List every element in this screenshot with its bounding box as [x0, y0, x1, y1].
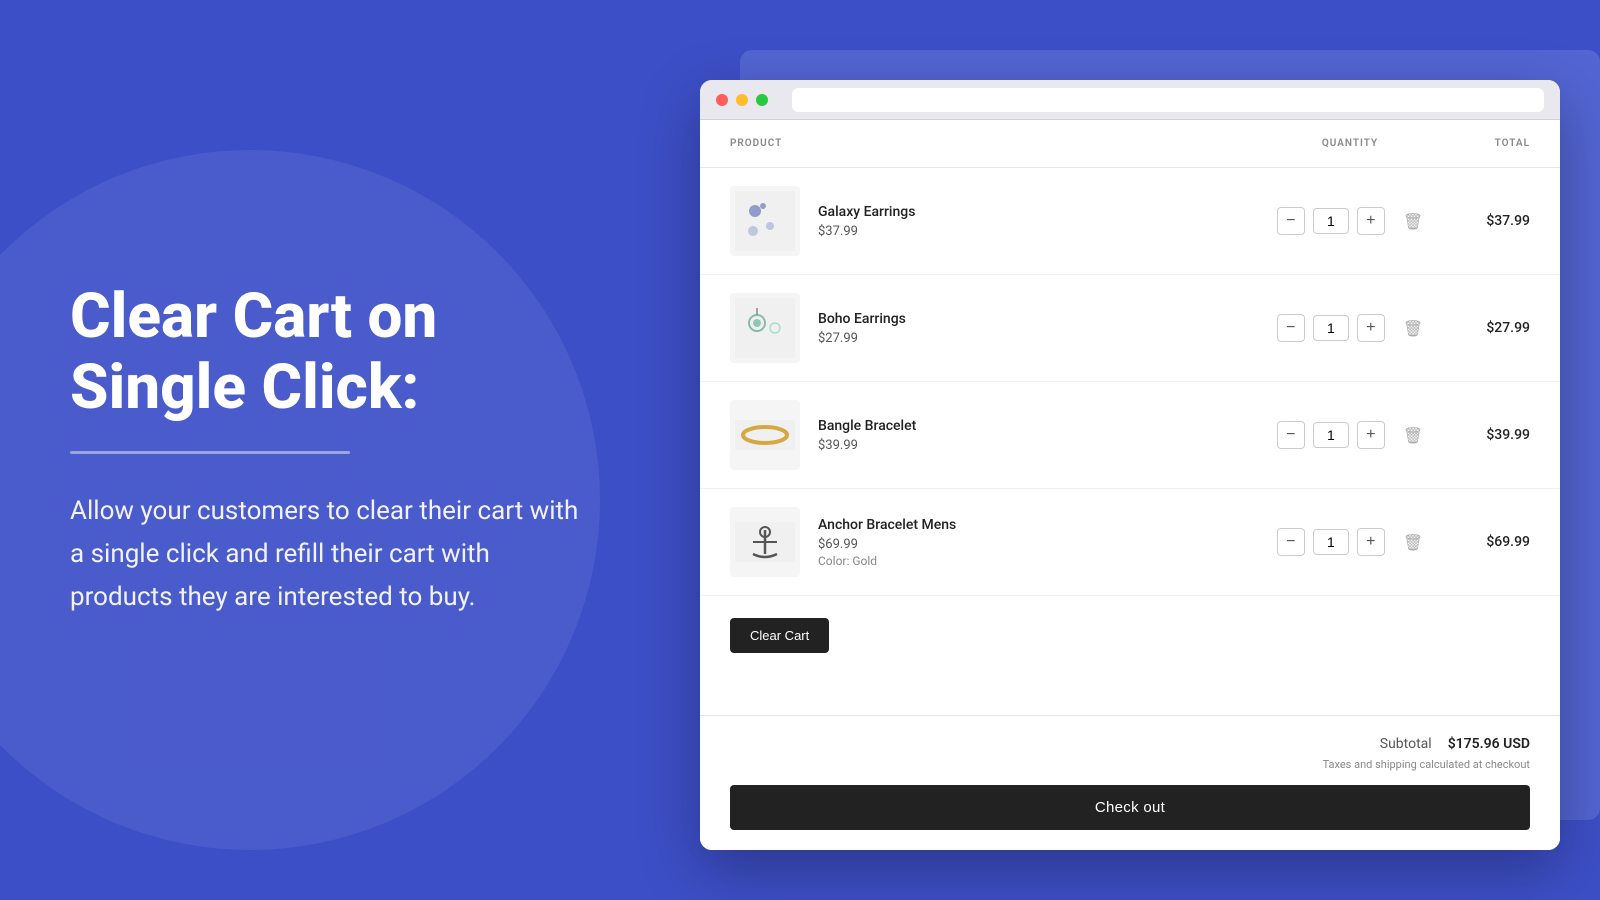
minimize-dot[interactable] — [736, 94, 748, 106]
browser-area: PRODUCT QUANTITY TOTAL Galaxy Earrings — [700, 50, 1600, 870]
maximize-dot[interactable] — [756, 94, 768, 106]
cart-item-boho: Boho Earrings $27.99 − + 🗑 $27.99 — [700, 275, 1560, 382]
galaxy-earring-name: Galaxy Earrings — [818, 204, 1270, 220]
anchor-bracelet-image — [730, 507, 800, 577]
galaxy-qty-input[interactable] — [1313, 208, 1349, 234]
bangle-delete-icon[interactable]: 🗑 — [1403, 426, 1423, 445]
boho-qty-input[interactable] — [1313, 315, 1349, 341]
anchor-qty-control: − + 🗑 — [1270, 528, 1430, 556]
galaxy-earring-price: $37.99 — [818, 224, 1270, 239]
bangle-qty-decrease[interactable]: − — [1277, 421, 1305, 449]
left-panel: Clear Cart on Single Click: Allow your c… — [50, 0, 610, 900]
subtotal-row: Subtotal $175.96 USD — [730, 736, 1530, 752]
total-column-header: TOTAL — [1430, 138, 1530, 149]
anchor-qty-input[interactable] — [1313, 529, 1349, 555]
checkout-button[interactable]: Check out — [730, 785, 1530, 830]
anchor-delete-icon[interactable]: 🗑 — [1403, 533, 1423, 552]
cart-footer: Subtotal $175.96 USD Taxes and shipping … — [700, 715, 1560, 850]
cart-item-bangle: Bangle Bracelet $39.99 − + 🗑 $39.99 — [700, 382, 1560, 489]
bangle-bracelet-info: Bangle Bracelet $39.99 — [818, 418, 1270, 453]
clear-cart-button[interactable]: Clear Cart — [730, 618, 829, 653]
tax-note: Taxes and shipping calculated at checkou… — [730, 758, 1530, 771]
cart-page: PRODUCT QUANTITY TOTAL Galaxy Earrings — [700, 120, 1560, 850]
boho-item-total: $27.99 — [1430, 320, 1530, 336]
anchor-bracelet-price: $69.99 — [818, 537, 1270, 552]
headline: Clear Cart on Single Click: — [70, 281, 590, 424]
bangle-qty-input[interactable] — [1313, 422, 1349, 448]
cart-header: PRODUCT QUANTITY TOTAL — [700, 120, 1560, 168]
boho-delete-icon[interactable]: 🗑 — [1403, 319, 1423, 338]
galaxy-qty-increase[interactable]: + — [1357, 207, 1385, 235]
description: Allow your customers to clear their cart… — [70, 490, 590, 619]
divider — [70, 451, 350, 454]
subtotal-label: Subtotal — [1380, 736, 1432, 752]
browser-window: PRODUCT QUANTITY TOTAL Galaxy Earrings — [700, 80, 1560, 850]
bangle-bracelet-name: Bangle Bracelet — [818, 418, 1270, 434]
galaxy-item-total: $37.99 — [1430, 213, 1530, 229]
boho-qty-decrease[interactable]: − — [1277, 314, 1305, 342]
boho-earring-info: Boho Earrings $27.99 — [818, 311, 1270, 346]
anchor-qty-increase[interactable]: + — [1357, 528, 1385, 556]
anchor-item-total: $69.99 — [1430, 534, 1530, 550]
browser-chrome — [700, 80, 1560, 120]
galaxy-earring-info: Galaxy Earrings $37.99 — [818, 204, 1270, 239]
boho-qty-control: − + 🗑 — [1270, 314, 1430, 342]
boho-earring-image — [730, 293, 800, 363]
boho-qty-increase[interactable]: + — [1357, 314, 1385, 342]
galaxy-qty-decrease[interactable]: − — [1277, 207, 1305, 235]
url-bar[interactable] — [792, 88, 1544, 112]
subtotal-value: $175.96 USD — [1448, 736, 1530, 752]
bangle-item-total: $39.99 — [1430, 427, 1530, 443]
anchor-bracelet-info: Anchor Bracelet Mens $69.99 Color: Gold — [818, 517, 1270, 568]
cart-item-anchor: Anchor Bracelet Mens $69.99 Color: Gold … — [700, 489, 1560, 596]
cart-item-galaxy: Galaxy Earrings $37.99 − + 🗑 $37.99 — [700, 168, 1560, 275]
galaxy-delete-icon[interactable]: 🗑 — [1403, 212, 1423, 231]
bangle-qty-increase[interactable]: + — [1357, 421, 1385, 449]
galaxy-earring-image — [730, 186, 800, 256]
quantity-column-header: QUANTITY — [1270, 138, 1430, 149]
bangle-bracelet-image — [730, 400, 800, 470]
galaxy-qty-control: − + 🗑 — [1270, 207, 1430, 235]
anchor-bracelet-name: Anchor Bracelet Mens — [818, 517, 1270, 533]
bangle-qty-control: − + 🗑 — [1270, 421, 1430, 449]
boho-earring-price: $27.99 — [818, 331, 1270, 346]
anchor-bracelet-variant: Color: Gold — [818, 554, 1270, 568]
bangle-bracelet-price: $39.99 — [818, 438, 1270, 453]
anchor-qty-decrease[interactable]: − — [1277, 528, 1305, 556]
product-column-header: PRODUCT — [730, 138, 1270, 149]
close-dot[interactable] — [716, 94, 728, 106]
boho-earring-name: Boho Earrings — [818, 311, 1270, 327]
